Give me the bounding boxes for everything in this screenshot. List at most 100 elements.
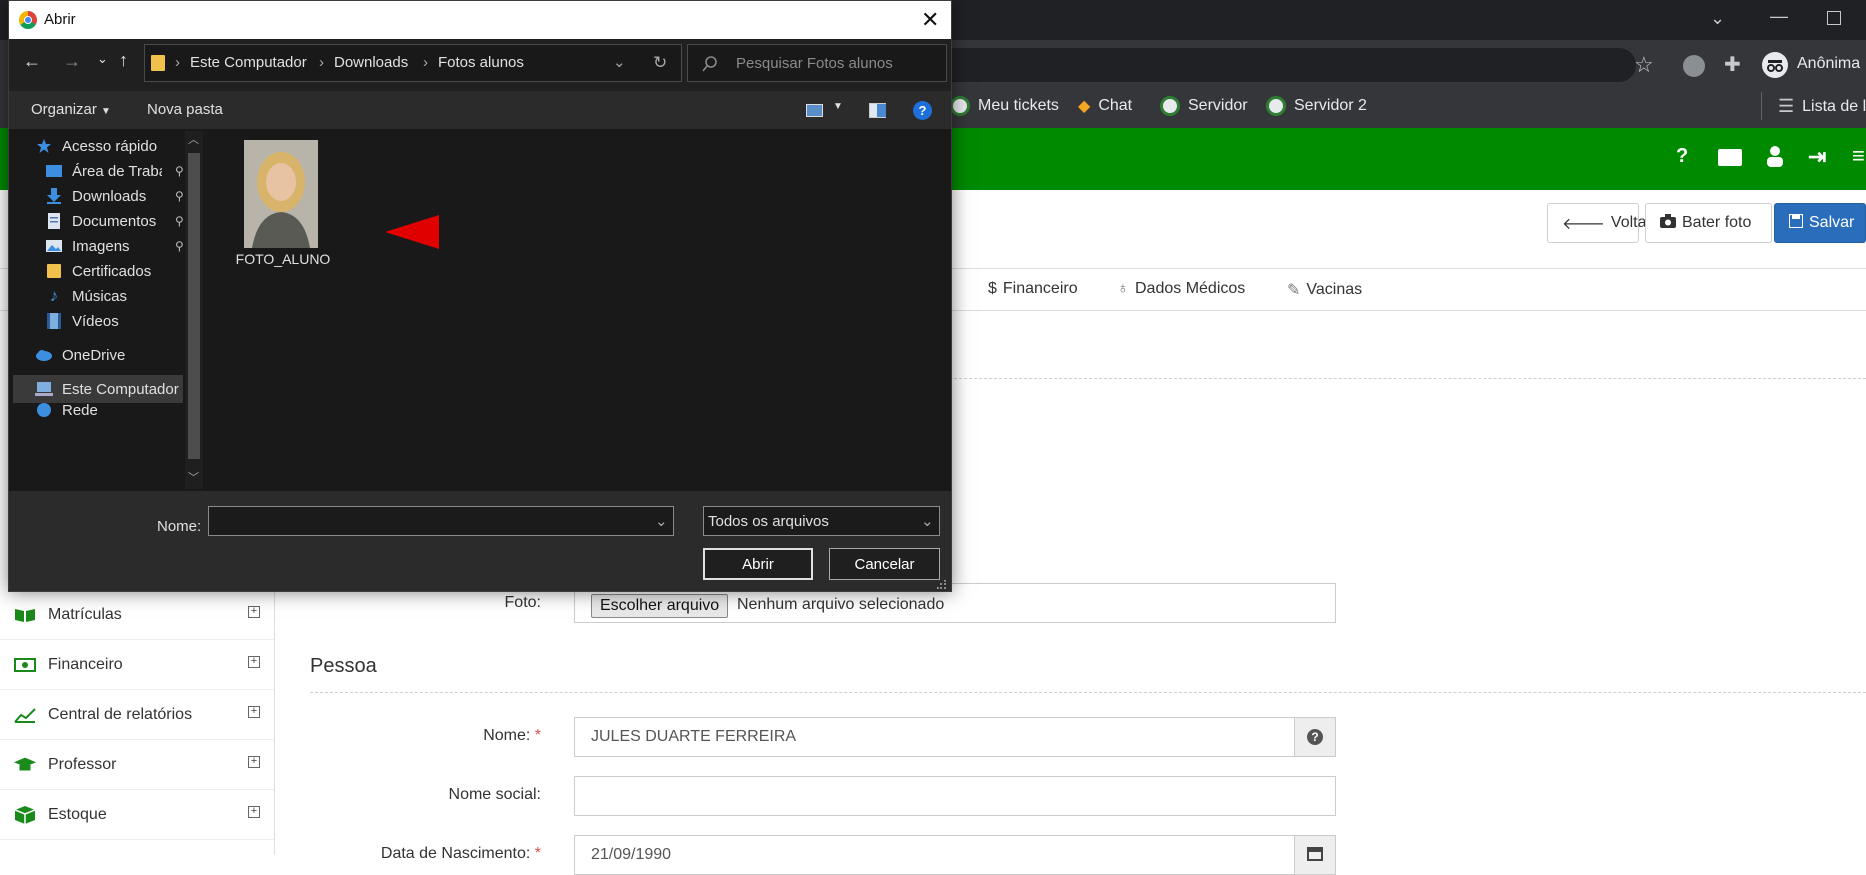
reading-list[interactable]: ☰ Lista de l: [1778, 96, 1866, 117]
search-box[interactable]: Pesquisar Fotos alunos: [687, 44, 947, 82]
pin-icon[interactable]: ⚲: [175, 214, 184, 228]
tab-dados-medicos[interactable]: ♁ Dados Médicos: [1117, 280, 1245, 298]
filename-input[interactable]: ⌄: [208, 506, 674, 536]
up-icon[interactable]: ↑: [119, 50, 128, 71]
bookmark-servidor[interactable]: Servidor: [1160, 96, 1248, 116]
minimize-icon[interactable]: —: [1770, 6, 1788, 27]
sidebar-item-relatorios[interactable]: Central de relatórios +: [0, 690, 274, 740]
organize-button[interactable]: Organizar ▼: [31, 101, 111, 118]
nav-item-imagens[interactable]: Imagens ⚲: [45, 232, 184, 260]
forward-icon[interactable]: →: [63, 51, 81, 72]
sidebar-item-estoque[interactable]: Estoque +: [0, 790, 274, 840]
expand-icon[interactable]: +: [248, 706, 260, 718]
bookmark-star-icon[interactable]: ☆: [1634, 52, 1654, 78]
preview-pane-icon[interactable]: [869, 103, 886, 118]
chevron-down-icon[interactable]: ⌄: [921, 512, 934, 530]
dialog-footer: Nome: ⌄ Todos os arquivos ⌄ Abrir Cancel…: [9, 491, 951, 591]
nav-item-área-de-traba[interactable]: Área de Traba ⚲: [45, 157, 184, 185]
logout-icon[interactable]: ⇥: [1808, 144, 1826, 170]
mail-icon[interactable]: [1718, 149, 1742, 166]
pin-icon[interactable]: ⚲: [175, 164, 184, 178]
nav-item-label: Acesso rápido: [62, 137, 158, 155]
help-icon[interactable]: ?: [1676, 145, 1688, 168]
expand-icon[interactable]: +: [248, 656, 260, 668]
breadcrumb-bar[interactable]: › Este Computador › Downloads › Fotos al…: [144, 44, 682, 82]
expand-icon[interactable]: +: [248, 806, 260, 818]
required-mark: *: [534, 845, 541, 862]
help-addon[interactable]: ?: [1294, 717, 1336, 757]
nav-item-acesso-rápido[interactable]: Acesso rápido: [35, 132, 157, 160]
extension-icon[interactable]: [1683, 55, 1705, 77]
cancel-button[interactable]: Cancelar: [829, 548, 940, 580]
sidebar-item-professor[interactable]: Professor +: [0, 740, 274, 790]
chevron-down-icon[interactable]: ⌄: [613, 53, 626, 71]
tab-financeiro[interactable]: $ Financeiro: [988, 280, 1078, 298]
nav-scrollbar[interactable]: ︿ ﹀: [185, 131, 203, 489]
nav-item-este-computador[interactable]: Este Computador: [13, 375, 183, 403]
nav-item-downloads[interactable]: Downloads ⚲: [45, 182, 184, 210]
choose-file-button[interactable]: Escolher arquivo: [591, 594, 729, 618]
nav-item-label: Downloads: [72, 187, 147, 205]
scroll-thumb[interactable]: [188, 153, 200, 459]
bookmark-label: Meu tickets: [978, 97, 1059, 114]
voltar-button[interactable]: 🡐 Voltar: [1547, 203, 1652, 243]
nascimento-input[interactable]: 21/09/1990: [574, 835, 1295, 875]
sidebar-item-financeiro[interactable]: Financeiro +: [0, 640, 274, 690]
nav-item-rede[interactable]: Rede: [35, 400, 98, 420]
file-type-select[interactable]: Todos os arquivos ⌄: [703, 506, 940, 536]
file-list: FOTO_ALUNO: [205, 129, 951, 491]
view-icon[interactable]: [806, 104, 823, 117]
view-dropdown-icon[interactable]: ▼: [833, 101, 843, 112]
scroll-up-icon[interactable]: ︿: [188, 131, 199, 147]
pin-icon[interactable]: ⚲: [175, 239, 184, 253]
help-icon[interactable]: ?: [913, 101, 932, 120]
nome-input[interactable]: JULES DUARTE FERREIRA: [574, 717, 1295, 757]
required-mark: *: [534, 727, 541, 744]
nome-social-input[interactable]: [574, 776, 1336, 816]
close-icon[interactable]: ✕: [921, 7, 939, 33]
incognito-icon[interactable]: [1762, 52, 1788, 78]
nav-item-vídeos[interactable]: Vídeos: [45, 307, 119, 335]
resize-grip-icon[interactable]: [936, 577, 947, 589]
puzzle-icon[interactable]: ✚: [1724, 52, 1741, 77]
calendar-addon[interactable]: [1294, 835, 1336, 875]
site-icon: [950, 96, 970, 116]
bookmark-servidor-2[interactable]: Servidor 2: [1266, 96, 1367, 116]
nav-item-onedrive[interactable]: OneDrive: [35, 341, 125, 369]
scroll-down-icon[interactable]: ﹀: [188, 469, 199, 485]
profile-label[interactable]: Anônima: [1797, 55, 1860, 73]
open-button[interactable]: Abrir: [703, 548, 813, 580]
chat-icon: ◆: [1078, 98, 1091, 115]
salvar-button[interactable]: Salvar: [1774, 203, 1866, 243]
nav-item-label: Certificados: [72, 262, 152, 280]
bookmark-label: Servidor 2: [1294, 97, 1367, 114]
nav-item-label: OneDrive: [62, 346, 126, 364]
recent-dropdown-icon[interactable]: ⌄: [97, 51, 108, 67]
nav-item-documentos[interactable]: Documentos ⚲: [45, 207, 184, 235]
pin-icon[interactable]: ⚲: [175, 189, 184, 203]
sidebar-item-matriculas[interactable]: Matrículas +: [0, 590, 274, 640]
new-folder-button[interactable]: Nova pasta: [147, 101, 223, 118]
bookmark-meu-tickets[interactable]: Meu tickets: [950, 96, 1059, 116]
nav-item-músicas[interactable]: ♪ Músicas: [45, 282, 127, 310]
tab-search-icon[interactable]: ⌄: [1710, 8, 1725, 29]
breadcrumb-item[interactable]: Downloads: [334, 54, 408, 71]
chevron-down-icon[interactable]: ⌄: [655, 512, 668, 530]
bater-foto-button[interactable]: Bater foto: [1645, 203, 1772, 243]
breadcrumb-item[interactable]: Fotos alunos: [438, 54, 524, 71]
expand-icon[interactable]: +: [248, 756, 260, 768]
bookmark-chat[interactable]: ◆ Chat: [1078, 96, 1132, 116]
tab-vacinas[interactable]: ✎ Vacinas: [1287, 280, 1362, 300]
back-icon[interactable]: ←: [23, 51, 41, 72]
menu-icon[interactable]: ≡: [1852, 143, 1865, 169]
user-icon[interactable]: [1765, 145, 1785, 172]
breadcrumb-item[interactable]: Este Computador: [190, 54, 307, 71]
expand-icon[interactable]: +: [248, 606, 260, 618]
nav-item-certificados[interactable]: Certificados: [45, 257, 151, 285]
refresh-icon[interactable]: ↻: [653, 53, 667, 73]
box-icon: [14, 805, 36, 824]
section-title-pessoa: Pessoa: [310, 655, 377, 677]
restore-icon[interactable]: [1827, 11, 1841, 25]
file-item[interactable]: FOTO_ALUNO: [227, 137, 339, 267]
image-icon: [45, 240, 63, 252]
